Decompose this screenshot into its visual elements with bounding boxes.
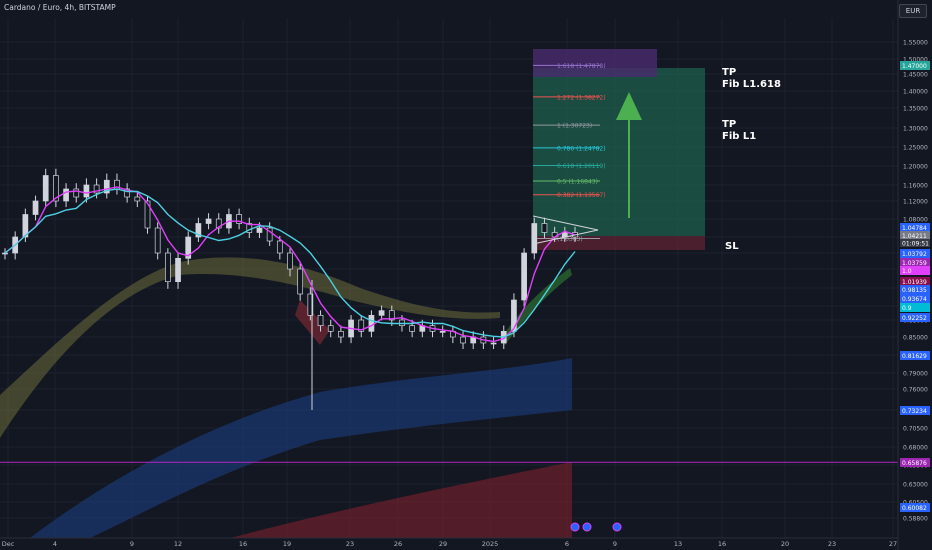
- tp-label-1618-sub: Fib L1.618: [722, 79, 781, 90]
- x-tick-label: 13: [674, 540, 682, 548]
- price-tag-label: 1.04784: [902, 225, 927, 232]
- candle-body: [490, 342, 497, 345]
- x-tick-label: 20: [781, 540, 789, 548]
- fib-label: 1 (1.30723): [557, 123, 592, 130]
- candle-body: [2, 252, 8, 255]
- price-tag-label: 0.93674: [902, 296, 927, 303]
- fib-label: 0.382 (1.13567): [557, 192, 606, 199]
- candle-body: [317, 314, 324, 327]
- x-tick-label: 19: [283, 540, 291, 548]
- candle-body: [541, 223, 548, 233]
- y-tick-label: 0.58800: [903, 516, 928, 523]
- tp-label-1: TP: [722, 119, 736, 130]
- fib-label: 1.272 (1.38272): [557, 94, 606, 101]
- price-tag-label: 1.03759: [902, 260, 927, 267]
- event-marker: [612, 522, 622, 532]
- price-tag-label: 0.60082: [902, 505, 927, 512]
- price-tag-label: 1.03792: [902, 251, 927, 258]
- candle-body: [409, 325, 415, 332]
- price-tag-label: 1.0: [902, 268, 912, 275]
- x-tick-label: 27: [889, 540, 897, 548]
- price-tag-label: 0.92252: [902, 315, 927, 322]
- x-tick-label: 16: [718, 540, 726, 548]
- y-tick-label: 1.25000: [903, 145, 928, 152]
- candle-body: [287, 252, 293, 270]
- candle-body: [83, 184, 90, 198]
- y-tick-label: 1.40000: [903, 89, 928, 96]
- x-tick-label: 4: [53, 540, 57, 548]
- x-tick-label: 12: [174, 540, 182, 548]
- candle-body: [338, 330, 344, 338]
- price-tag-label: 0.65876: [902, 460, 927, 467]
- tp-label-1618: TP: [722, 67, 736, 78]
- price-tag-label: 0.98135: [902, 287, 927, 294]
- event-marker: [570, 522, 580, 532]
- chart-root: { "header": { "symbol_title": "Cardano /…: [0, 0, 932, 550]
- x-tick-label: 29: [439, 540, 447, 548]
- x-tick-label: 6: [565, 540, 569, 548]
- candle-body: [276, 240, 283, 254]
- y-tick-label: 0.70500: [903, 426, 928, 433]
- candle-body: [297, 268, 304, 295]
- y-tick-label: 1.20000: [903, 164, 928, 171]
- y-tick-label: 1.16000: [903, 183, 928, 190]
- candle-body: [205, 218, 212, 224]
- x-tick-label: 9: [130, 540, 134, 548]
- price-tag-label: 0.81629: [902, 353, 927, 360]
- candle-body: [368, 314, 375, 332]
- y-tick-label: 1.12000: [903, 199, 928, 206]
- candle-body: [378, 310, 385, 316]
- price-tag-label: 1.04211: [902, 233, 927, 240]
- tp-label-1-sub: Fib L1: [722, 131, 756, 142]
- y-tick-label: 1.55000: [903, 40, 928, 47]
- fib-label: 1.618 (1.47878): [557, 63, 606, 70]
- currency-button[interactable]: EUR: [899, 4, 927, 18]
- candle-body: [521, 252, 527, 301]
- candle-body: [73, 188, 80, 198]
- y-tick-label: 0.76000: [903, 387, 928, 394]
- event-marker: [582, 522, 592, 532]
- price-tag-label: 0.9: [902, 305, 912, 312]
- price-tag-label: 0.73234: [902, 408, 927, 415]
- sl-label: SL: [725, 241, 739, 252]
- x-tick-label: 9: [613, 540, 617, 548]
- price-tag-label: 1.47000: [902, 63, 927, 70]
- fib-label: 0.786 (1.24782): [557, 145, 606, 152]
- x-tick-label: 16: [239, 540, 247, 548]
- y-tick-label: 0.63000: [903, 482, 928, 489]
- symbol-title: Cardano / Euro, 4h, BITSTAMP: [4, 3, 116, 12]
- candle-body: [154, 227, 161, 254]
- fib-label: 0.618 (1.20119): [557, 163, 606, 170]
- candle-body: [134, 196, 141, 202]
- candle-body: [439, 330, 446, 333]
- chart-canvas[interactable]: 1.618 (1.47878) 1.272 (1.38272) 1 (1.30723…: [0, 0, 932, 550]
- candle-body: [63, 188, 69, 202]
- fib-label: (1.0363): [557, 236, 583, 243]
- y-tick-label: 1.30000: [903, 126, 928, 133]
- candle-body: [256, 227, 263, 233]
- x-tick-label: 2025: [482, 540, 499, 548]
- x-tick-label: 23: [828, 540, 836, 548]
- x-tick-label: 26: [394, 540, 402, 548]
- candle-body: [175, 257, 181, 283]
- y-tick-label: 0.85000: [903, 335, 928, 342]
- y-tick-label: 0.79000: [903, 371, 928, 378]
- y-tick-label: 1.08000: [903, 217, 928, 224]
- candle-body: [460, 336, 466, 344]
- price-tag-label: 1.01939: [902, 279, 927, 286]
- countdown-label: 01:09:51: [902, 241, 929, 248]
- fib-label: 0.5 (1.16843): [557, 178, 598, 185]
- candle-body: [511, 299, 517, 332]
- y-tick-label: 1.35000: [903, 106, 928, 113]
- candle-body: [42, 175, 49, 202]
- candle-body: [531, 223, 538, 254]
- y-tick-label: 0.68000: [903, 445, 928, 452]
- y-tick-label: 1.45000: [903, 72, 928, 79]
- x-tick-label: Dec: [2, 540, 15, 548]
- candle-body: [327, 325, 334, 332]
- candle-body: [32, 200, 39, 215]
- candle-body: [165, 252, 171, 283]
- x-tick-label: 23: [346, 540, 354, 548]
